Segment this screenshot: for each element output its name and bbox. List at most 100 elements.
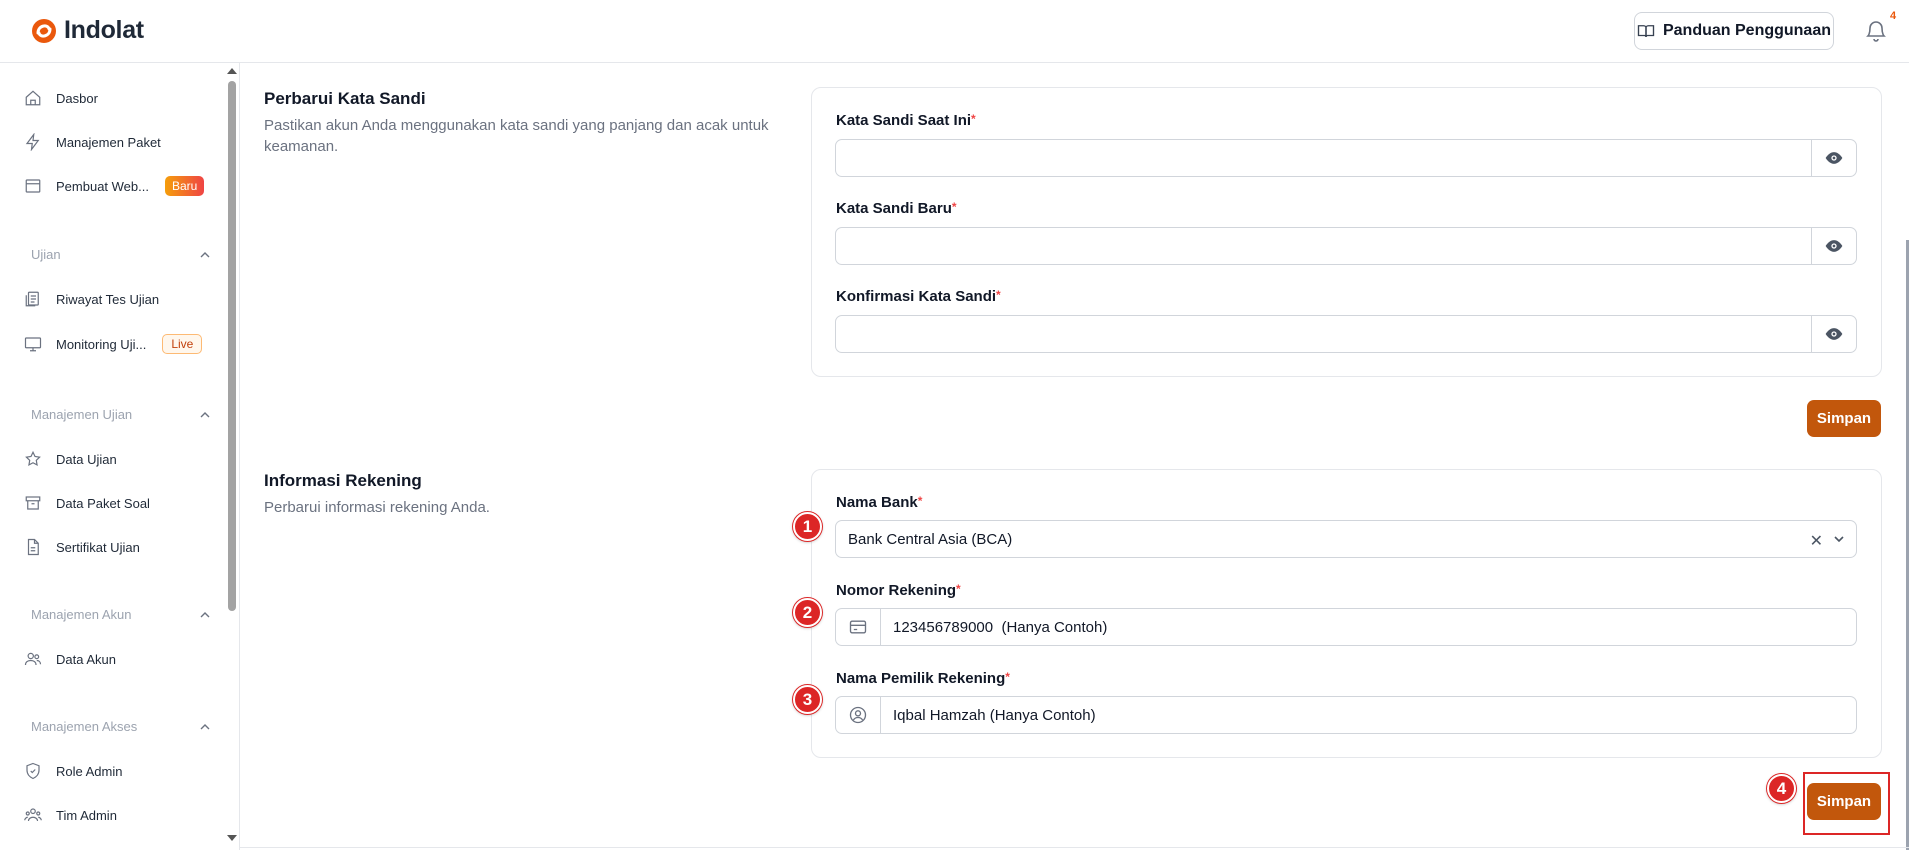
bank-section-title: Informasi Rekening: [264, 471, 422, 490]
sidebar-group-label: Manajemen Akun: [31, 607, 132, 622]
new-badge: Baru: [164, 176, 205, 196]
credit-card-icon: [849, 620, 867, 634]
required-mark: *: [951, 200, 957, 214]
password-section-title: Perbarui Kata Sandi: [264, 89, 426, 108]
sidebar-item-manajemen-paket[interactable]: Manajemen Paket: [24, 127, 161, 157]
current-password-label-text: Kata Sandi Saat Ini: [836, 112, 972, 129]
toggle-visibility-button[interactable]: [1811, 228, 1856, 264]
current-password-field[interactable]: [835, 139, 1857, 177]
confirm-password-label-text: Konfirmasi Kata Sandi: [836, 288, 997, 305]
shield-icon: [26, 762, 40, 780]
account-owner-value: Iqbal Hamzah (Hanya Contoh): [893, 706, 1096, 724]
chevron-up-icon: [200, 251, 210, 257]
account-owner-field[interactable]: Iqbal Hamzah (Hanya Contoh): [835, 696, 1857, 734]
sidebar-item-label: Data Paket Soal: [56, 495, 150, 511]
bank-select-value: Bank Central Asia (BCA): [848, 530, 1013, 548]
chevron-up-icon: [200, 411, 210, 417]
account-number-label: Nomor Rekening*: [836, 582, 961, 599]
sidebar-group-manajemen-akses[interactable]: Manajemen Akses: [31, 719, 211, 734]
confirm-password-label: Konfirmasi Kata Sandi*: [836, 288, 1001, 305]
bank-select[interactable]: Bank Central Asia (BCA) ✕: [835, 520, 1857, 558]
account-number-field[interactable]: 123456789000 (Hanya Contoh): [835, 608, 1857, 646]
required-mark: *: [996, 288, 1001, 302]
toggle-visibility-button[interactable]: [1811, 316, 1856, 352]
sidebar-item-tim-admin[interactable]: Tim Admin: [24, 800, 117, 830]
clear-icon[interactable]: ✕: [1810, 531, 1823, 551]
sidebar-group-label: Ujian: [31, 247, 61, 262]
sidebar-item-dasbor[interactable]: Dasbor: [24, 83, 98, 113]
account-owner-label-text: Nama Pemilik Rekening: [836, 670, 1006, 687]
user-icon-addon: [836, 697, 881, 733]
sidebar-item-label: Data Akun: [56, 651, 116, 667]
card-icon-addon: [836, 609, 881, 645]
save-password-button[interactable]: Simpan: [1807, 400, 1881, 437]
user-guide-button[interactable]: Panduan Penggunaan: [1634, 12, 1834, 50]
user-guide-label: Panduan Penggunaan: [1662, 22, 1831, 39]
eye-icon: [1825, 152, 1843, 164]
sidebar-scrollbar-thumb[interactable]: [228, 81, 236, 611]
sidebar-group-manajemen-ujian[interactable]: Manajemen Ujian: [31, 407, 211, 422]
eye-icon: [1825, 240, 1843, 252]
sidebar-group-label: Manajemen Ujian: [31, 407, 133, 422]
sidebar-item-data-paket-soal[interactable]: Data Paket Soal: [24, 488, 150, 518]
brand-name: Indolat: [64, 16, 144, 44]
chevron-down-icon[interactable]: [1832, 532, 1846, 546]
bank-name-label-text: Nama Bank: [836, 494, 918, 511]
step-marker-1: 1: [793, 512, 822, 541]
sidebar-item-data-ujian[interactable]: Data Ujian: [24, 444, 117, 474]
sidebar-item-riwayat-tes-ujian[interactable]: Riwayat Tes Ujian: [24, 284, 159, 314]
account-number-value: 123456789000 (Hanya Contoh): [893, 618, 1108, 636]
monitor-icon: [24, 337, 42, 352]
new-password-field[interactable]: [835, 227, 1857, 265]
book-icon: [1637, 25, 1655, 38]
chevron-up-icon: [200, 723, 210, 729]
bottom-divider: [240, 847, 1909, 848]
required-mark: *: [956, 582, 961, 596]
brand-logo[interactable]: Indolat: [30, 16, 144, 45]
sidebar-group-manajemen-akun[interactable]: Manajemen Akun: [31, 607, 211, 622]
required-mark: *: [917, 494, 923, 508]
sidebar-item-label: Dasbor: [56, 90, 98, 106]
star-icon: [25, 450, 41, 467]
bell-icon[interactable]: [1864, 18, 1888, 44]
sidebar-item-role-admin[interactable]: Role Admin: [24, 756, 122, 786]
step-marker-3: 3: [793, 685, 822, 714]
users-icon: [24, 652, 42, 666]
sidebar-scroll-up-arrow[interactable]: [227, 68, 237, 74]
document-icon: [27, 538, 39, 556]
required-mark: *: [971, 112, 976, 126]
toggle-visibility-button[interactable]: [1811, 140, 1856, 176]
sidebar-item-data-akun[interactable]: Data Akun: [24, 644, 116, 674]
sidebar-item-label: Pembuat Web...: [56, 178, 149, 194]
bank-name-label: Nama Bank*: [836, 494, 922, 511]
confirm-password-field[interactable]: [835, 315, 1857, 353]
archive-icon: [25, 496, 41, 510]
sidebar-scroll-down-arrow[interactable]: [227, 835, 237, 841]
sidebar-item-label: Tim Admin: [56, 807, 117, 823]
step-marker-2: 2: [793, 598, 822, 627]
notification-count: 4: [1890, 10, 1897, 22]
new-password-label-text: Kata Sandi Baru: [836, 200, 952, 217]
chevron-up-icon: [200, 611, 210, 617]
clipboard-icon: [25, 291, 39, 307]
sidebar-item-sertifikat-ujian[interactable]: Sertifikat Ujian: [24, 532, 140, 562]
home-icon: [25, 90, 41, 106]
sidebar-item-label: Data Ujian: [56, 451, 117, 467]
sidebar-item-pembuat-web[interactable]: Pembuat Web... Baru: [24, 171, 205, 201]
sidebar-group-ujian[interactable]: Ujian: [31, 247, 211, 262]
required-mark: *: [1005, 670, 1010, 684]
user-circle-icon: [849, 706, 867, 724]
sidebar-group-label: Manajemen Akses: [31, 719, 138, 734]
bolt-icon: [25, 133, 40, 151]
team-icon: [24, 808, 42, 822]
bank-section-description: Perbarui informasi rekening Anda.: [264, 499, 490, 516]
new-password-label: Kata Sandi Baru*: [836, 200, 957, 217]
sidebar-item-label: Sertifikat Ujian: [56, 539, 140, 555]
sidebar-item-label: Riwayat Tes Ujian: [56, 291, 160, 307]
password-section-description: Pastikan akun Anda menggunakan kata sand…: [264, 117, 769, 155]
sidebar-item-monitoring-ujian[interactable]: Monitoring Uji... Live: [24, 329, 203, 359]
sidebar-item-label: Manajemen Paket: [56, 134, 161, 150]
live-badge: Live: [162, 334, 203, 354]
highlight-box: [1803, 772, 1890, 835]
logo-icon: [32, 18, 56, 43]
